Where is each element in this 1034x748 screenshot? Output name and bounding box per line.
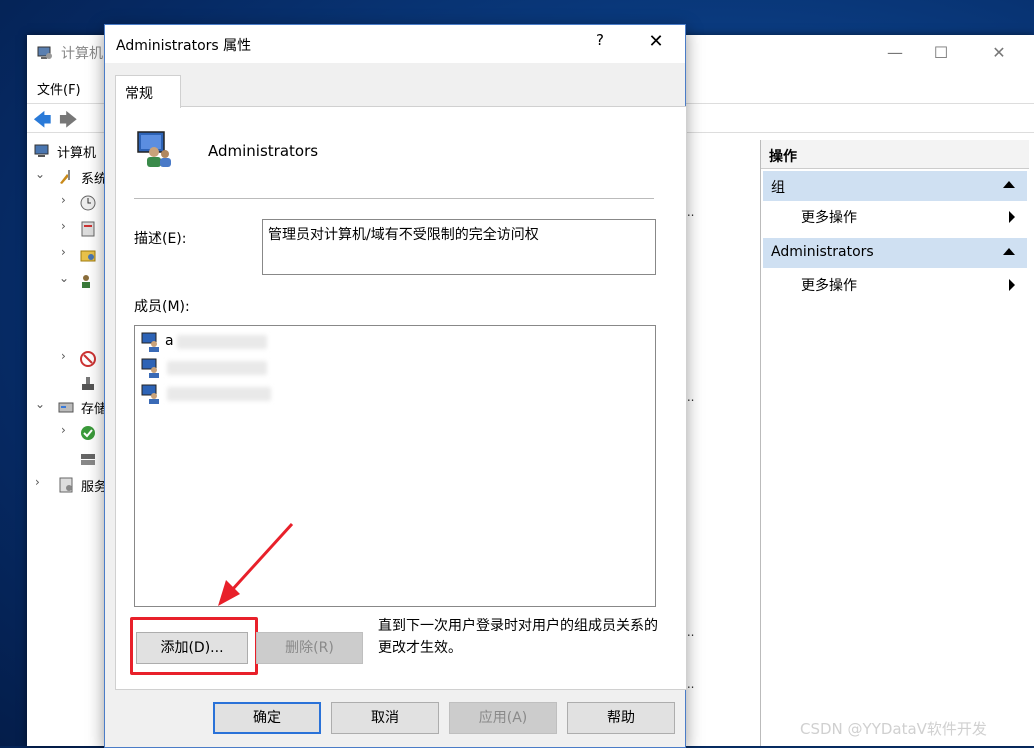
maximize-button[interactable]: ☐ (918, 35, 964, 71)
general-tab-panel: Administrators 描述(E): 管理员对计算机/域有不受限制的完全访… (115, 106, 687, 690)
device-manager-icon (82, 377, 94, 390)
bg-window-title: 计算机 (61, 46, 103, 62)
cancel-button[interactable]: 取消 (331, 702, 439, 734)
actions-title: 操作 (761, 140, 1029, 169)
members-label: 成员(M): (134, 299, 190, 315)
help-button[interactable]: 帮助 (567, 702, 675, 734)
submenu-arrow-icon (1009, 211, 1015, 223)
users-icon (82, 275, 90, 288)
clock-icon (80, 195, 96, 211)
description-field[interactable]: 管理员对计算机/域有不受限制的完全访问权 (262, 219, 656, 275)
event-viewer-icon (81, 221, 95, 237)
user-icon (141, 332, 159, 352)
add-member-button[interactable]: 添加(D)... (136, 632, 248, 664)
user-icon (141, 384, 159, 404)
separator (134, 198, 654, 199)
menu-file[interactable]: 文件(F) (37, 79, 81, 98)
remove-member-button[interactable]: 删除(R) (256, 632, 363, 664)
tools-icon (60, 170, 70, 184)
disk-icon (81, 454, 95, 465)
actions-section-header-administrators[interactable]: Administrators (763, 238, 1027, 268)
actions-more-actions[interactable]: 更多操作 (761, 202, 1029, 230)
list-item[interactable]: a (141, 330, 441, 354)
user-icon (141, 358, 159, 378)
storage-icon (58, 402, 74, 413)
back-arrow-icon[interactable]: 🡄 (33, 108, 52, 138)
membership-note: 直到下一次用户登录时对用户的组成员关系的更改才生效。 (378, 618, 658, 656)
services-icon (59, 477, 73, 493)
actions-section-header-groups[interactable]: 组 (763, 171, 1027, 201)
actions-more-actions[interactable]: 更多操作 (761, 270, 1029, 298)
collapse-icon (1003, 248, 1015, 255)
apply-button[interactable]: 应用(A) (449, 702, 557, 734)
dialog-titlebar: Administrators 属性 ? ✕ (105, 25, 685, 63)
administrators-properties-dialog: Administrators 属性 ? ✕ 常规 Administrators … (104, 24, 687, 748)
computer-icon (34, 144, 49, 157)
tab-general[interactable]: 常规 (115, 75, 181, 108)
list-item[interactable] (141, 356, 441, 380)
list-item[interactable] (141, 382, 441, 406)
actions-pane: 操作 组 更多操作 Administrators 更多操作 (760, 140, 1029, 746)
help-icon[interactable]: ? (585, 31, 615, 57)
submenu-arrow-icon (1009, 279, 1015, 291)
watermark: CSDN @YYDataV软件开发 (800, 720, 987, 738)
ok-button[interactable]: 确定 (213, 702, 321, 734)
dialog-title: Administrators 属性 (116, 38, 252, 54)
backup-icon (81, 426, 95, 440)
forward-arrow-icon[interactable]: 🡆 (59, 108, 78, 138)
collapse-icon (1003, 181, 1015, 188)
performance-icon (80, 351, 96, 367)
shared-folder-icon (80, 250, 96, 262)
computer-management-icon (37, 46, 52, 59)
members-list[interactable]: a (134, 325, 656, 607)
minimize-button[interactable]: — (872, 35, 918, 71)
description-label: 描述(E): (134, 231, 187, 247)
close-icon[interactable]: ✕ (640, 31, 672, 57)
group-icon (137, 131, 171, 167)
close-button[interactable]: ✕ (976, 35, 1022, 71)
group-name: Administrators (208, 142, 319, 160)
